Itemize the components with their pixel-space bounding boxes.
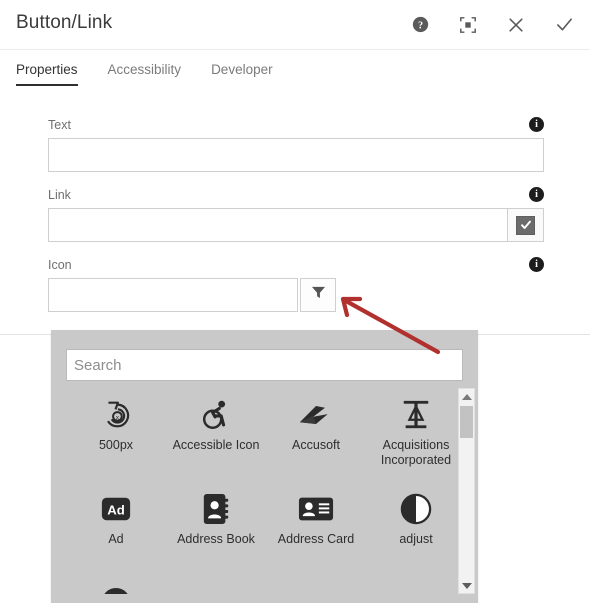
scroll-down-icon[interactable] — [459, 578, 474, 593]
properties-form: Text i Link i Icon i — [48, 117, 544, 328]
icon-label: Accusoft — [292, 438, 340, 452]
scroll-up-icon[interactable] — [459, 389, 474, 404]
icon-cell-500px[interactable]: x 500px — [66, 388, 166, 478]
svg-text:Ad: Ad — [107, 503, 125, 518]
adversal-icon — [198, 584, 234, 594]
filter-icon — [311, 285, 326, 305]
tab-developer[interactable]: Developer — [211, 62, 287, 86]
field-text-label: Text — [48, 118, 71, 132]
affiliatetheme-icon — [298, 584, 334, 594]
icon-cell-accusoft[interactable]: Accusoft — [266, 388, 366, 478]
icon-cell-partial[interactable] — [266, 576, 366, 594]
search-input[interactable] — [66, 349, 463, 381]
icon-filter-button[interactable] — [300, 278, 336, 312]
text-input[interactable] — [48, 138, 544, 172]
icon-cell-address-card[interactable]: Address Card — [266, 482, 366, 572]
triangle-up-icon — [461, 393, 472, 400]
address-book-icon — [201, 490, 231, 528]
address-card-icon — [298, 490, 334, 528]
field-icon: Icon i — [48, 257, 544, 312]
button-link-dialog: Button/Link ? Properties Accessibility D… — [0, 0, 590, 335]
help-icon[interactable]: ? — [408, 13, 432, 37]
icon-cell-acquisitions-incorporated[interactable]: Acquisitions Incorporated — [366, 388, 466, 478]
info-icon[interactable]: i — [529, 117, 544, 132]
icon-grid-container: x 500px Accessible Icon Accusoft Acquisi… — [66, 388, 466, 594]
icon-grid: x 500px Accessible Icon Accusoft Acquisi… — [66, 388, 466, 594]
icon-cell-partial[interactable] — [66, 576, 166, 594]
icon-label: 500px — [98, 438, 134, 452]
close-icon[interactable] — [504, 13, 528, 37]
adn-icon — [100, 584, 132, 594]
icon-grid-scrollbar[interactable] — [458, 388, 475, 594]
icon-label: Ad — [108, 532, 124, 546]
adjust-icon — [400, 490, 432, 528]
dialog-tabs: Properties Accessibility Developer — [0, 62, 303, 94]
tab-accessibility[interactable]: Accessibility — [108, 62, 196, 86]
field-icon-row — [48, 278, 336, 312]
ad-icon: Ad — [100, 490, 132, 528]
field-text-row — [48, 138, 544, 172]
icon-cell-partial[interactable] — [366, 576, 466, 594]
link-select-button[interactable] — [508, 208, 544, 242]
icon-label: adjust — [399, 532, 433, 546]
link-input[interactable] — [48, 208, 508, 242]
field-link-row — [48, 208, 544, 242]
info-icon[interactable]: i — [529, 187, 544, 202]
icon-cell-address-book[interactable]: Address Book — [166, 482, 266, 572]
icon-cell-adjust[interactable]: adjust — [366, 482, 466, 572]
svg-text:?: ? — [417, 20, 422, 31]
scrollbar-thumb[interactable] — [460, 406, 473, 438]
page-title: Button/Link — [16, 12, 113, 33]
field-text: Text i — [48, 117, 544, 172]
500px-icon: x — [99, 396, 133, 434]
icon-label: Address Book — [177, 532, 255, 546]
field-icon-label: Icon — [48, 258, 72, 272]
fullscreen-icon[interactable] — [456, 13, 480, 37]
dialog-header: Button/Link ? — [0, 0, 590, 50]
icon-input[interactable] — [48, 278, 298, 312]
info-icon[interactable]: i — [529, 257, 544, 272]
icon-cell-accessible-icon[interactable]: Accessible Icon — [166, 388, 266, 478]
field-link: Link i — [48, 187, 544, 242]
accessible-icon — [199, 396, 233, 434]
tab-properties[interactable]: Properties — [16, 62, 92, 86]
icon-cell-partial[interactable] — [166, 576, 266, 594]
icon-cell-ad[interactable]: Ad Ad — [66, 482, 166, 572]
confirm-icon[interactable] — [552, 13, 576, 37]
air-freshener-icon — [400, 584, 432, 594]
acquisitions-incorporated-icon — [400, 396, 432, 434]
header-actions: ? — [408, 0, 576, 49]
icon-label: Acquisitions Incorporated — [380, 438, 452, 467]
field-link-label: Link — [48, 188, 71, 202]
icon-label: Accessible Icon — [172, 438, 260, 452]
icon-label: Address Card — [277, 532, 355, 546]
accusoft-icon — [298, 396, 334, 434]
triangle-down-icon — [461, 582, 472, 589]
checkbox-icon — [516, 215, 535, 235]
icon-picker-panel: x 500px Accessible Icon — [51, 330, 478, 603]
